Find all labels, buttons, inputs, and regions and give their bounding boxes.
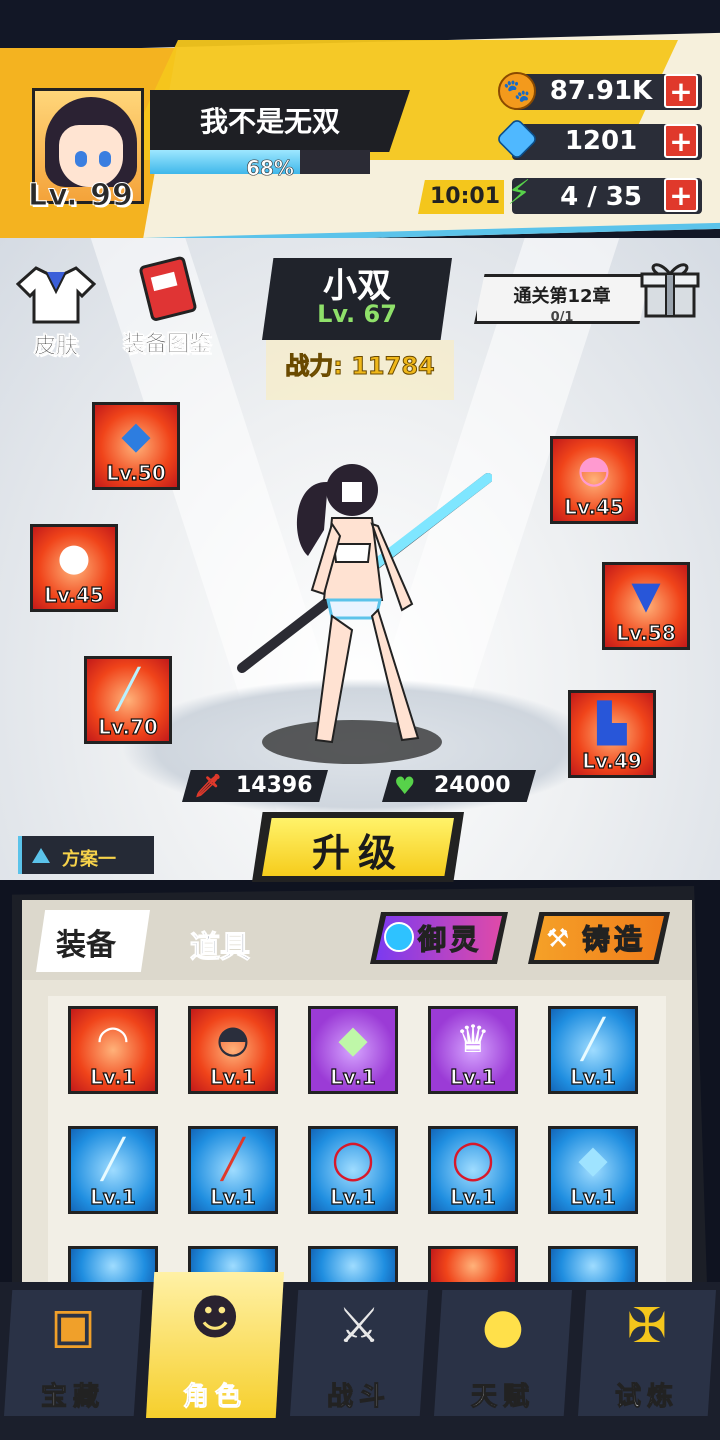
boots-icon: ▙	[597, 700, 627, 745]
inventory-item[interactable]	[308, 1246, 398, 1286]
add-energy-button[interactable]: +	[664, 178, 698, 212]
energy-value: 4 / 35	[560, 182, 642, 212]
player-name[interactable]: 我不是无双	[150, 100, 390, 140]
dress-icon: ♛	[455, 1016, 491, 1061]
skin-label: 皮肤	[33, 334, 78, 359]
avatar-eye	[75, 151, 87, 167]
equip-slot-armor[interactable]: ▼ Lv.58	[602, 562, 690, 650]
nav-treasure-label: 宝藏	[40, 1382, 105, 1413]
inventory-item[interactable]	[68, 1246, 158, 1286]
energy-timer: 10:01	[430, 184, 501, 209]
beads-icon: ◯	[331, 1136, 375, 1181]
equip-level: Lv.58	[616, 620, 677, 645]
armor-icon: ▼	[631, 572, 661, 617]
item-level: Lv.1	[570, 1184, 617, 1209]
equip-slot-boots[interactable]: ▙ Lv.49	[568, 690, 656, 778]
inventory-item[interactable]: ╱ Lv.1	[68, 1126, 158, 1214]
inventory-item[interactable]: ╱ Lv.1	[188, 1126, 278, 1214]
hammer-icon: ⚒	[546, 924, 570, 954]
codex-label: 装备图鉴	[122, 332, 211, 357]
quest-progress: 0/1	[550, 310, 574, 325]
trial-sword-icon: ✠	[626, 1298, 668, 1354]
codex-button[interactable]: 装备图鉴	[112, 256, 222, 358]
hero-character	[237, 464, 492, 764]
character-icon: ☻	[189, 1290, 241, 1346]
attack-icon: 🗡	[194, 774, 222, 799]
player-level: Lv. 99	[28, 178, 134, 214]
amulet-icon: ◆	[121, 412, 151, 457]
tab-items[interactable]: 道具	[190, 922, 251, 966]
inventory-item[interactable]	[548, 1246, 638, 1286]
inventory-item[interactable]: ♛ Lv.1	[428, 1006, 518, 1094]
inventory-item[interactable]: ◯ Lv.1	[308, 1126, 398, 1214]
helmet-icon: ◓	[216, 1016, 250, 1061]
hero-power: 战力: 11784	[285, 352, 435, 381]
lightsaber-icon: ╱	[581, 1016, 605, 1061]
amulet-icon: ◆	[578, 1136, 608, 1181]
item-level: Lv.1	[90, 1184, 137, 1209]
crystal-icon: ◆	[338, 1016, 368, 1061]
yuling-label: 御灵	[417, 922, 483, 956]
skin-button[interactable]: 皮肤	[10, 262, 102, 360]
item-level: Lv.1	[210, 1184, 257, 1209]
helmet-icon: ◓	[577, 446, 611, 491]
equip-level: Lv.70	[98, 714, 159, 739]
upgrade-label: 升级	[311, 831, 404, 875]
forge-label: 铸造	[581, 922, 647, 956]
book-icon	[139, 256, 197, 321]
coin-value: 87.91K	[549, 76, 653, 106]
gem-value: 1201	[564, 126, 638, 156]
nav-battle-label: 战斗	[326, 1382, 391, 1413]
loadout-label: 方案一	[62, 849, 116, 870]
equip-level: Lv.45	[44, 582, 105, 607]
orb-icon: ●	[57, 534, 91, 579]
avatar-eye	[99, 151, 111, 167]
equip-slot-weapon[interactable]: ╱ Lv.70	[84, 656, 172, 744]
add-gems-button[interactable]: +	[664, 124, 698, 158]
item-level: Lv.1	[330, 1184, 377, 1209]
tab-equipment-label: 装备	[56, 928, 116, 963]
equip-level: Lv.50	[106, 460, 167, 485]
lightsaber-icon: ╱	[101, 1136, 125, 1181]
cap-icon: ◠	[96, 1016, 130, 1061]
inventory-item[interactable]: ╱ Lv.1	[548, 1006, 638, 1094]
add-coins-button[interactable]: +	[664, 74, 698, 108]
item-level: Lv.1	[450, 1184, 497, 1209]
equip-level: Lv.49	[582, 748, 643, 773]
heart-icon: ♥	[394, 772, 416, 800]
exp-percent: 68%	[246, 156, 294, 181]
inventory-item[interactable]: ◆ Lv.1	[308, 1006, 398, 1094]
attack-value: 14396	[236, 773, 313, 798]
sword-icon: ╱	[116, 666, 140, 711]
inventory-item[interactable]	[428, 1246, 518, 1286]
bulb-icon: ●	[482, 1298, 524, 1354]
item-level: Lv.1	[90, 1064, 137, 1089]
shirt-icon	[15, 266, 97, 324]
inventory-item[interactable]: ◓ Lv.1	[188, 1006, 278, 1094]
blade-icon: ╱	[221, 1136, 245, 1181]
chest-icon: ▣	[50, 1298, 96, 1354]
beads-icon: ◯	[451, 1136, 495, 1181]
item-level: Lv.1	[570, 1064, 617, 1089]
equip-level: Lv.45	[564, 494, 625, 519]
equip-slot-orb[interactable]: ● Lv.45	[30, 524, 118, 612]
inventory-item[interactable]: ◆ Lv.1	[548, 1126, 638, 1214]
inventory-item[interactable]: ◠ Lv.1	[68, 1006, 158, 1094]
nav-character-label: 角色	[182, 1382, 247, 1413]
equip-slot-helmet[interactable]: ◓ Lv.45	[550, 436, 638, 524]
nav-talent-label: 天赋	[470, 1382, 535, 1413]
nav-trial-label: 试炼	[614, 1382, 679, 1413]
item-level: Lv.1	[450, 1064, 497, 1089]
inventory-item[interactable]: ◯ Lv.1	[428, 1126, 518, 1214]
triangle-up-icon	[32, 848, 50, 863]
swords-icon: ⚔	[337, 1298, 381, 1354]
gift-box-icon[interactable]	[638, 256, 702, 320]
spirit-icon	[384, 922, 414, 952]
hero-level: Lv. 67	[317, 300, 397, 328]
quest-title: 通关第12章	[513, 286, 611, 307]
item-level: Lv.1	[210, 1064, 257, 1089]
equip-slot-necklace[interactable]: ◆ Lv.50	[92, 402, 180, 490]
item-level: Lv.1	[330, 1064, 377, 1089]
hp-value: 24000	[434, 773, 511, 798]
